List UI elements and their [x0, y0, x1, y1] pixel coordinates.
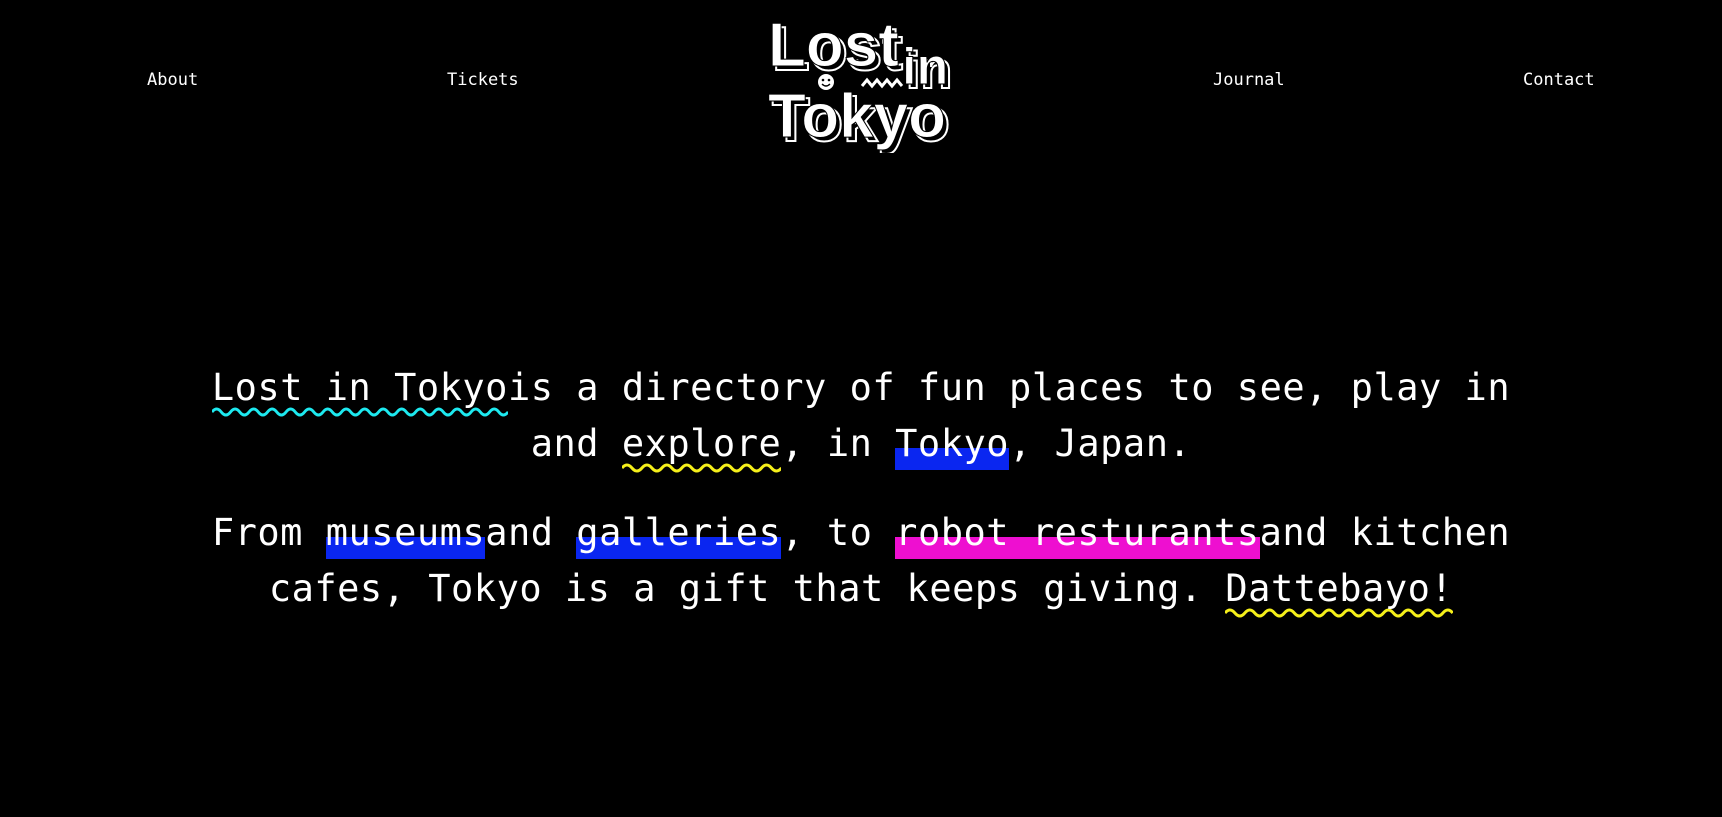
logo-word-lost: Lost: [768, 11, 899, 80]
intro-section: Lost in Tokyo is a directory of fun plac…: [180, 360, 1542, 650]
highlight-robot-restaurants[interactable]: robot resturants: [895, 505, 1260, 561]
nav-about-link[interactable]: About: [147, 70, 198, 90]
logo-graphic: Lost Lost in in Tokyo Tokyo: [768, 11, 954, 154]
site-logo[interactable]: Lost Lost in in Tokyo Tokyo: [766, 8, 966, 154]
highlight-site-name[interactable]: Lost in Tokyo: [211, 360, 508, 417]
highlight-galleries[interactable]: galleries: [576, 505, 782, 561]
nav-tickets-link[interactable]: Tickets: [447, 70, 519, 90]
logo-word-tokyo: Tokyo: [768, 82, 946, 151]
intro-paragraph-1: Lost in Tokyo is a directory of fun plac…: [180, 360, 1542, 473]
nav-contact-link[interactable]: Contact: [1523, 70, 1595, 90]
highlight-dattebayo[interactable]: Dattebayo!: [1225, 561, 1454, 618]
intro-paragraph-2: From museums and galleries , to robot re…: [180, 505, 1542, 618]
highlight-tokyo[interactable]: Tokyo: [895, 416, 1010, 472]
highlight-explore[interactable]: explore: [621, 416, 782, 473]
header: About Tickets Lost Lost in in Tokyo Toky…: [0, 0, 1722, 160]
highlight-museums[interactable]: museums: [325, 505, 486, 561]
smiley-face-icon: [818, 74, 834, 90]
nav-journal-link[interactable]: Journal: [1213, 70, 1285, 90]
page: About Tickets Lost Lost in in Tokyo Toky…: [0, 0, 1722, 817]
